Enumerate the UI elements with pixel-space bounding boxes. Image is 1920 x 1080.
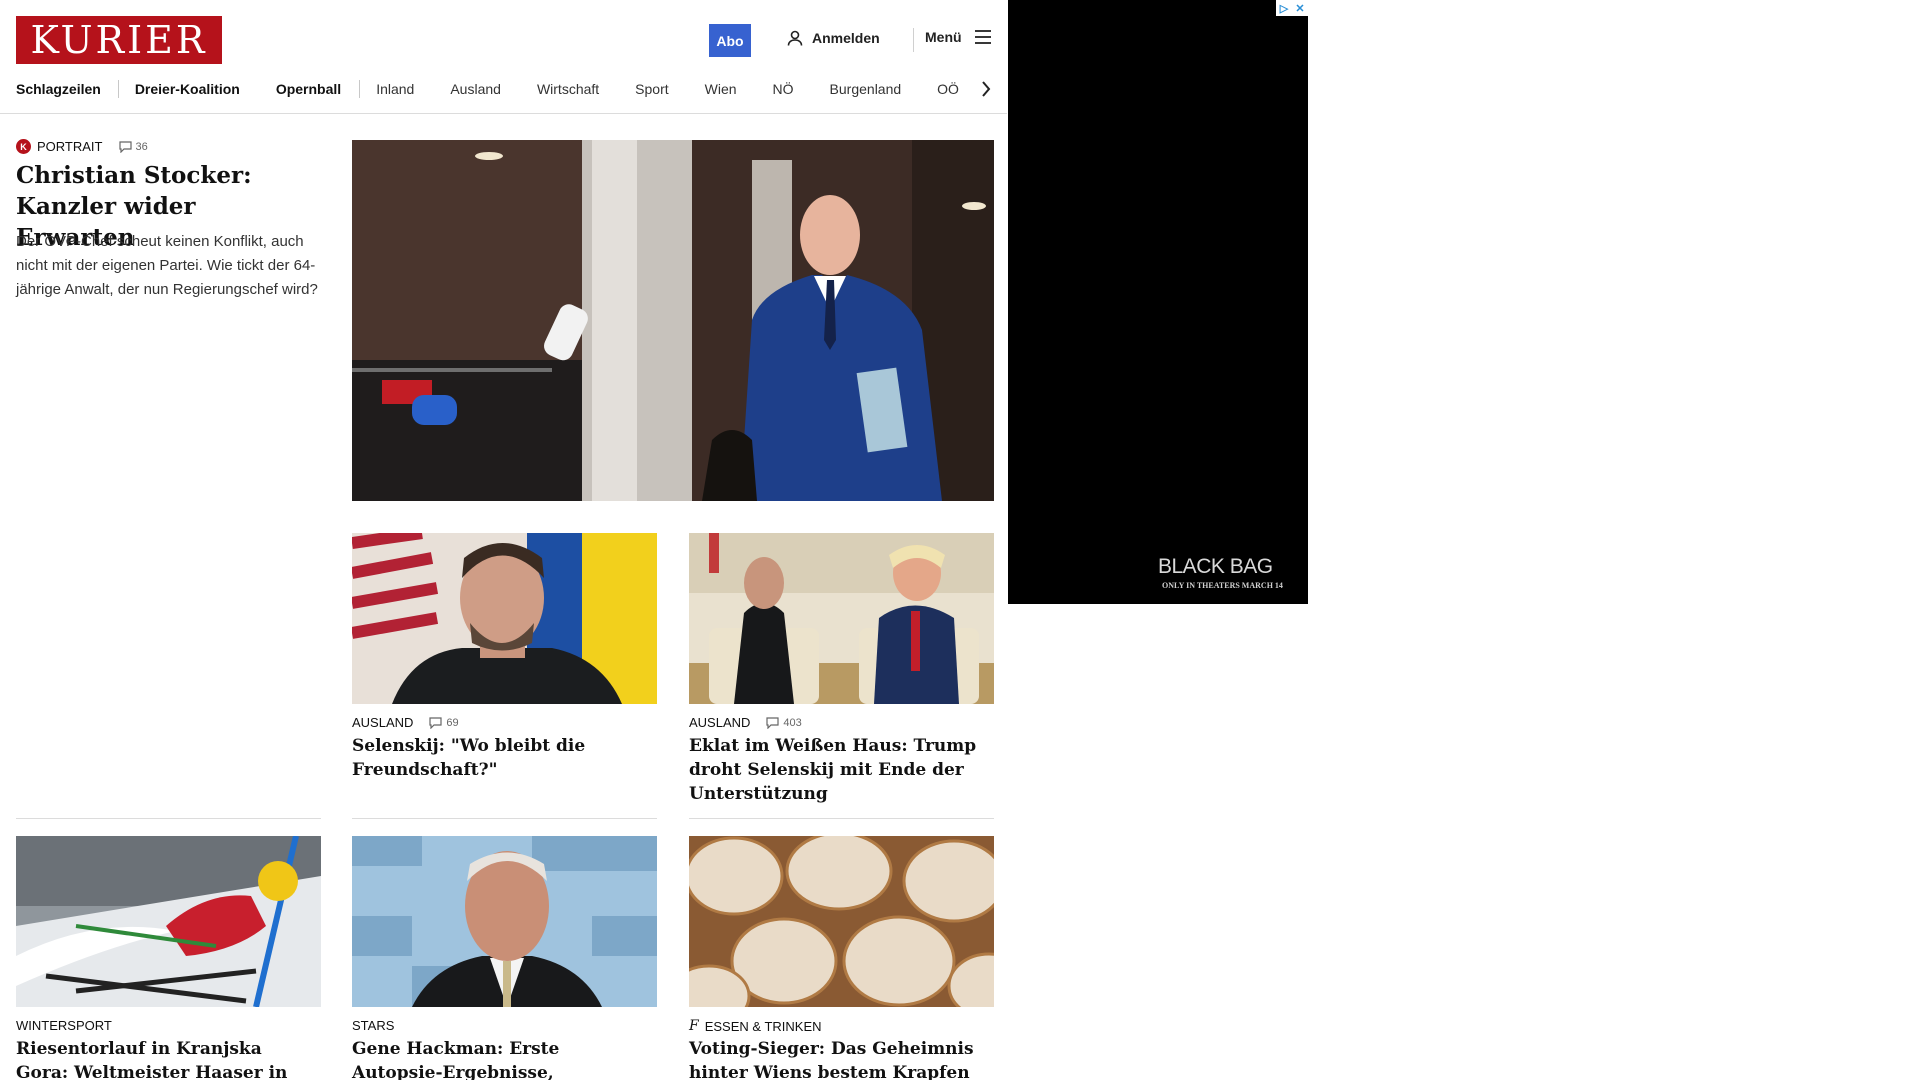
header-border xyxy=(0,113,1007,114)
lead-photo xyxy=(352,140,994,501)
essen-trinken-icon: f xyxy=(689,1018,699,1034)
advertisement-banner[interactable]: ▷ ✕ BLACK BAG ONLY IN THEATERS MARCH 14 xyxy=(1008,0,1308,604)
card-kicker-label[interactable]: AUSLAND xyxy=(689,715,750,730)
card-kicker-selenskij: AUSLAND 69 xyxy=(352,715,459,730)
card-kicker-hackman: STARS xyxy=(352,1018,394,1033)
menu-label: Menü xyxy=(925,29,962,45)
card-kicker-riesentorlauf: WINTERSPORT xyxy=(16,1018,112,1033)
card-headline-selenskij[interactable]: Selenskij: "Wo bleibt die Freundschaft?" xyxy=(352,734,652,782)
oval-office-photo xyxy=(689,533,994,704)
kurier-logo[interactable]: KURIER xyxy=(16,16,222,64)
comment-icon xyxy=(429,716,443,729)
card-image-krapfen[interactable] xyxy=(689,836,994,1007)
card-comment-count[interactable]: 69 xyxy=(429,716,459,729)
site-content: KURIER Abo Anmelden Menü Schlagzeilen Dr… xyxy=(0,0,1007,1080)
chevron-right-icon xyxy=(982,81,991,97)
ski-racer-photo xyxy=(16,836,321,1007)
card-headline-krapfen[interactable]: Voting-Sieger: Das Geheimnis hinter Wien… xyxy=(689,1037,989,1080)
kurier-plus-badge: K xyxy=(16,139,31,154)
row-divider xyxy=(689,818,994,819)
row-divider xyxy=(16,818,321,819)
nav-scroll-right[interactable] xyxy=(962,74,1007,104)
card-headline-eklat[interactable]: Eklat im Weißen Haus: Trump droht Selens… xyxy=(689,734,989,806)
nav-item-wirtschaft[interactable]: Wirtschaft xyxy=(537,81,599,97)
card-image-riesentorlauf[interactable] xyxy=(16,836,321,1007)
row-divider xyxy=(352,818,657,819)
lead-teaser[interactable]: Der ÖVP-Chef scheut keinen Konflikt, auc… xyxy=(16,230,326,302)
nav-item-burgenland[interactable]: Burgenland xyxy=(830,81,902,97)
hamburger-icon xyxy=(974,30,991,44)
card-kicker-label[interactable]: ESSEN & TRINKEN xyxy=(705,1019,822,1034)
nav-divider xyxy=(117,80,119,98)
card-comment-number: 403 xyxy=(783,716,802,729)
lead-kicker: K PORTRAIT 36 xyxy=(16,139,148,154)
login-label: Anmelden xyxy=(812,30,880,46)
login-button[interactable]: Anmelden xyxy=(786,29,880,47)
abo-button[interactable]: Abo xyxy=(709,24,751,57)
ad-close-icon[interactable]: ✕ xyxy=(1292,0,1308,16)
card-kicker-label[interactable]: AUSLAND xyxy=(352,715,413,730)
logo-text: KURIER xyxy=(30,18,208,62)
ad-info-icon[interactable]: ▷ xyxy=(1276,0,1292,16)
card-comment-number: 69 xyxy=(446,716,459,729)
lead-image[interactable] xyxy=(352,140,994,501)
card-comment-count[interactable]: 403 xyxy=(766,716,802,729)
nav-divider xyxy=(359,80,361,98)
nav-item-wien[interactable]: Wien xyxy=(705,81,737,97)
ad-subtitle: ONLY IN THEATERS MARCH 14 xyxy=(1162,581,1283,590)
nav-item-opernball[interactable]: Opernball xyxy=(276,81,341,97)
nav-item-ausland[interactable]: Ausland xyxy=(450,81,501,97)
lead-comment-count[interactable]: 36 xyxy=(118,140,148,153)
card-kicker-label[interactable]: WINTERSPORT xyxy=(16,1018,112,1033)
card-image-selenskij[interactable] xyxy=(352,533,657,704)
gene-hackman-photo xyxy=(352,836,657,1007)
menu-button[interactable]: Menü xyxy=(925,29,992,45)
nav-item-dreier-koalition[interactable]: Dreier-Koalition xyxy=(135,81,240,97)
selenskij-photo xyxy=(352,533,657,704)
header-divider xyxy=(913,28,914,52)
lead-kicker-label[interactable]: PORTRAIT xyxy=(37,139,103,154)
ad-title: BLACK BAG xyxy=(1158,555,1273,578)
krapfen-photo xyxy=(689,836,994,1007)
comment-icon xyxy=(118,140,132,153)
nav-item-sport[interactable]: Sport xyxy=(635,81,668,97)
nav-item-noe[interactable]: NÖ xyxy=(773,81,794,97)
nav-item-ooe[interactable]: OÖ xyxy=(937,81,959,97)
card-kicker-krapfen: f ESSEN & TRINKEN xyxy=(689,1018,822,1034)
card-image-hackman[interactable] xyxy=(352,836,657,1007)
nav-item-schlagzeilen[interactable]: Schlagzeilen xyxy=(16,81,101,97)
card-headline-riesentorlauf[interactable]: Riesentorlauf in Kranjska Gora: Weltmeis… xyxy=(16,1037,316,1080)
comment-icon xyxy=(766,716,780,729)
card-kicker-eklat: AUSLAND 403 xyxy=(689,715,802,730)
nav-item-inland[interactable]: Inland xyxy=(376,81,414,97)
section-nav: Schlagzeilen Dreier-Koalition Opernball … xyxy=(16,74,986,104)
lead-comment-number: 36 xyxy=(135,140,148,153)
card-image-eklat[interactable] xyxy=(689,533,994,704)
user-icon xyxy=(787,30,803,46)
card-headline-hackman[interactable]: Gene Hackman: Erste Autopsie-Ergebnisse,… xyxy=(352,1037,652,1080)
card-kicker-label[interactable]: STARS xyxy=(352,1018,394,1033)
ad-choices[interactable]: ▷ ✕ xyxy=(1276,0,1308,16)
